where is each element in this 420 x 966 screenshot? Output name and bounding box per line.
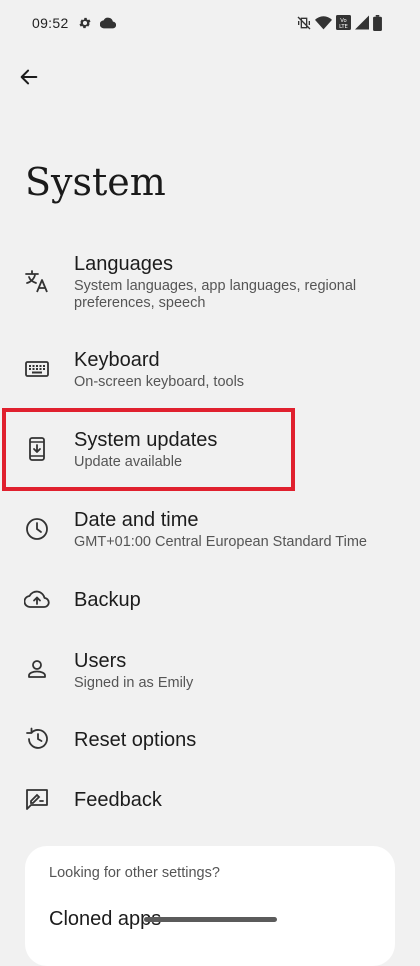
- setting-item-users[interactable]: Users Signed in as Emily: [0, 645, 420, 701]
- setting-subtitle: Update available: [74, 454, 183, 470]
- setting-title: Keyboard: [74, 349, 160, 371]
- other-settings-card: Looking for other settings? Cloned apps: [25, 846, 395, 966]
- setting-item-reset-options[interactable]: Reset options: [0, 724, 420, 764]
- other-settings-header: Looking for other settings?: [49, 865, 220, 881]
- setting-item-feedback[interactable]: Feedback: [0, 784, 420, 824]
- setting-title: Feedback: [74, 789, 162, 811]
- translate-icon: [24, 268, 50, 294]
- back-button[interactable]: [12, 62, 46, 96]
- cloud-upload-icon: [23, 587, 50, 613]
- arrow-left-icon: [18, 66, 40, 93]
- setting-title: Date and time: [74, 509, 199, 531]
- cloud-icon: [99, 16, 117, 32]
- setting-title: Reset options: [74, 729, 197, 751]
- setting-subtitle: On-screen keyboard, tools: [74, 374, 245, 390]
- setting-title: Users: [74, 650, 127, 672]
- keyboard-icon: [24, 356, 50, 382]
- svg-text:LTE: LTE: [339, 24, 348, 30]
- clock-icon: [24, 516, 50, 542]
- history-icon: [24, 726, 50, 752]
- setting-subtitle: GMT+01:00 Central European Standard Time: [74, 534, 367, 550]
- setting-item-date-and-time[interactable]: Date and time GMT+01:00 Central European…: [0, 504, 420, 560]
- setting-item-backup[interactable]: Backup: [0, 584, 420, 624]
- setting-title: Languages: [74, 253, 173, 275]
- setting-subtitle: System languages, app languages, regiona…: [74, 278, 357, 311]
- gear-icon: [78, 16, 94, 32]
- signal-icon: [355, 15, 371, 31]
- setting-item-languages[interactable]: Languages System languages, app language…: [0, 248, 420, 320]
- page-title: System: [25, 160, 166, 204]
- setting-item-system-updates[interactable]: System updates Update available: [0, 424, 420, 480]
- feedback-icon: [24, 787, 50, 813]
- status-time: 09:52: [32, 15, 69, 31]
- system-update-icon: [24, 436, 50, 462]
- setting-item-keyboard[interactable]: Keyboard On-screen keyboard, tools: [0, 344, 420, 400]
- battery-icon: [373, 15, 389, 31]
- wifi-icon: [315, 15, 332, 31]
- volte-icon: Vo LTE: [336, 15, 352, 31]
- status-bar: 09:52 Vo LTE: [0, 0, 420, 48]
- vibrate-off-icon: [296, 15, 312, 31]
- person-icon: [24, 656, 50, 682]
- setting-title: System updates: [74, 429, 218, 451]
- navigation-handle[interactable]: [144, 917, 277, 922]
- setting-title: Backup: [74, 589, 141, 611]
- svg-text:Vo: Vo: [340, 18, 346, 24]
- setting-subtitle: Signed in as Emily: [74, 675, 194, 691]
